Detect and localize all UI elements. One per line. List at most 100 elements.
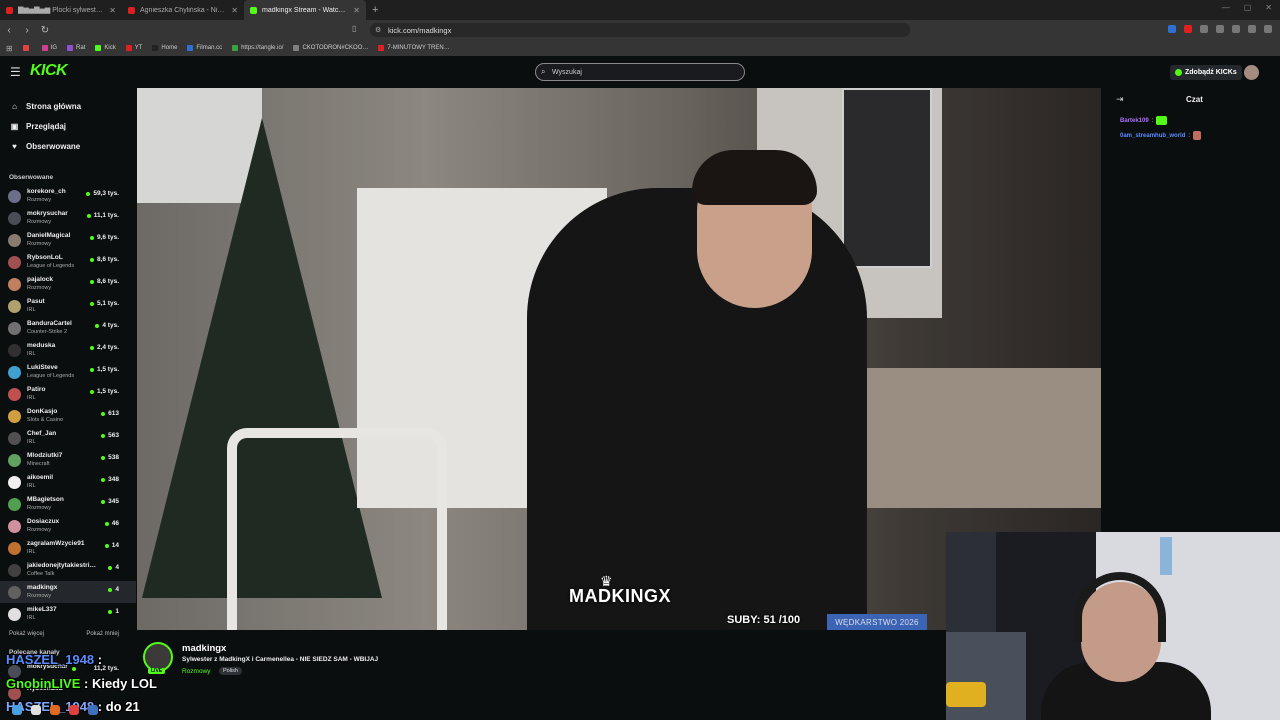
video-background-cabinet	[842, 88, 932, 268]
user-avatar[interactable]	[1244, 65, 1259, 80]
channel-category: Slots & Casino	[27, 417, 64, 423]
sidebar-channel[interactable]: madkingx Rozmowy 4	[0, 581, 136, 603]
kick-logo[interactable]: KICK	[30, 62, 68, 80]
sidebar-channel[interactable]: meduska IRL 2,4 tys.	[0, 339, 136, 361]
show-more-button[interactable]: Pokaż więcej	[9, 631, 44, 637]
browser-tab[interactable]: ▇▆▅▇▅▆ Plocki sylwester 202… ✕	[0, 0, 122, 20]
sidebar-channel[interactable]: LukiSteve League of Legends 1,5 tys.	[0, 361, 136, 383]
site-info-icon[interactable]: ⚙	[375, 26, 381, 34]
streamer-hair	[692, 150, 817, 205]
streamer-name[interactable]: madkingx	[182, 643, 226, 654]
sidebar-channel[interactable]: Patiro IRL 1,5 tys.	[0, 383, 136, 405]
browser-tab[interactable]: Agnieszka Chylińska - Nie mogę Ci… ✕	[122, 0, 244, 20]
taskbar-app-icon[interactable]	[50, 705, 60, 715]
menu-icon[interactable]	[1264, 25, 1272, 33]
extension-icon[interactable]	[1168, 25, 1176, 33]
music-icon[interactable]	[1248, 25, 1256, 33]
sidebar-channel[interactable]: Pasut IRL 5,1 tys.	[0, 295, 136, 317]
channel-category: IRL	[27, 395, 36, 401]
bookmark[interactable]: 7-MINUTOWY TREN…	[378, 45, 450, 51]
nav-browse[interactable]: ▣ Przeglądaj	[10, 116, 136, 136]
sidebar-channel[interactable]: mokrysuchar Rozmowy 11,1 tys.	[0, 207, 136, 229]
bookmark[interactable]: CKOTODRON#CKOO…	[293, 45, 368, 51]
close-tab-icon[interactable]: ✕	[231, 6, 238, 15]
stream-category[interactable]: Rozmowy	[182, 668, 211, 675]
recommended-channel[interactable]: mokrysuchar 11,2 tys.	[0, 660, 136, 682]
viewer-count: 11,1 tys.	[93, 212, 119, 219]
extension-icon[interactable]	[1232, 25, 1240, 33]
url-field[interactable]: ⚙ kick.com/madkingx	[370, 23, 910, 37]
sidebar-channel[interactable]: aikoemil IRL 348	[0, 471, 136, 493]
sidebar-channel[interactable]: pajalock Rozmowy 8,6 tys.	[0, 273, 136, 295]
sidebar-channel[interactable]: BanduraCartel Counter-Strike 2 4 tys.	[0, 317, 136, 339]
sidebar-channel[interactable]: jakiedonejtytakiestri… Coffee Talk 4	[0, 559, 136, 581]
bookmark[interactable]: IG	[41, 45, 57, 51]
taskbar-app-icon[interactable]	[12, 705, 22, 715]
browser-tab-active[interactable]: madkingx Stream - Watch Li… ✕	[244, 0, 366, 20]
bookmark-page-icon[interactable]: ▯	[352, 24, 356, 33]
reload-icon[interactable]: ↻	[36, 25, 54, 36]
youtube-icon	[125, 45, 132, 51]
maximize-icon[interactable]: ▢	[1244, 3, 1252, 12]
channel-category: IRL	[27, 351, 36, 357]
event-banner: WĘDKARSTWO 2026	[827, 614, 927, 630]
sidebar-channel[interactable]: DonKasjo Slots & Casino 613	[0, 405, 136, 427]
taskbar-app-icon[interactable]	[88, 705, 98, 715]
extension-icon[interactable]	[1200, 25, 1208, 33]
search-input[interactable]: ⌕ Wyszukaj	[535, 63, 745, 81]
live-dot-icon	[108, 588, 112, 592]
sidebar-channel[interactable]: MBagietson Rozmowy 345	[0, 493, 136, 515]
live-dot-icon	[101, 500, 105, 504]
sidebar-channel[interactable]: mikeL337 IRL 1	[0, 603, 136, 625]
extension-icon[interactable]	[1184, 25, 1192, 33]
sidebar-channel[interactable]: Dosiaczux Rozmowy 46	[0, 515, 136, 537]
sidebar-channel[interactable]: zagralamWzycie91 IRL 14	[0, 537, 136, 559]
nav-label: Obserwowane	[26, 141, 81, 151]
chat-message: Bartek109:	[1120, 116, 1168, 125]
viewer-count: 9,6 tys.	[96, 234, 119, 241]
hamburger-menu-icon[interactable]: ☰	[10, 65, 21, 79]
stream-overlay-logo: MADKINGX	[569, 586, 671, 606]
bookmark[interactable]: Home	[152, 45, 177, 51]
bookmark[interactable]: YT	[125, 45, 142, 51]
webcam-yellow-object	[946, 682, 986, 707]
minimize-icon[interactable]: —	[1222, 3, 1230, 12]
collapse-chat-icon[interactable]: ⇥	[1116, 94, 1124, 105]
tab-title: madkingx Stream - Watch Li…	[262, 6, 349, 14]
webcam-picture	[1160, 537, 1172, 575]
close-tab-icon[interactable]: ✕	[353, 6, 360, 15]
sidebar-channel[interactable]: RybsonLoL League of Legends 8,6 tys.	[0, 251, 136, 273]
sidebar-channel[interactable]: Chef_Jan IRL 563	[0, 427, 136, 449]
live-dot-icon	[95, 324, 99, 328]
bookmark[interactable]	[22, 45, 32, 51]
close-window-icon[interactable]: ✕	[1265, 3, 1272, 12]
bookmark[interactable]: Rat	[67, 45, 85, 51]
nav-home[interactable]: ⌂ Strona główna	[10, 96, 136, 116]
sidebar-channel[interactable]: Mlodziutki7 Minecraft 538	[0, 449, 136, 471]
viewer-count: 8,6 tys.	[96, 278, 119, 285]
taskbar-app-icon[interactable]	[69, 705, 79, 715]
apps-grid-icon[interactable]: ⊞	[6, 44, 13, 53]
language-tag[interactable]: Polish	[219, 667, 242, 675]
show-less-button[interactable]: Pokaż mniej	[86, 631, 119, 637]
taskbar-app-icon[interactable]	[31, 705, 41, 715]
sidebar-channel[interactable]: korekore_ch Rozmowy 59,3 tys.	[0, 185, 136, 207]
nav-following[interactable]: ♥ Obserwowane	[10, 136, 136, 156]
new-tab-button[interactable]: +	[372, 4, 378, 16]
main-nav: ⌂ Strona główna ▣ Przeglądaj ♥ Obserwowane	[0, 88, 136, 156]
extension-icon[interactable]	[1216, 25, 1224, 33]
live-dot-icon	[90, 390, 94, 394]
chat-username[interactable]: 0am_streamhub_world	[1120, 133, 1185, 139]
bookmark[interactable]: Kick	[95, 45, 116, 51]
chat-username[interactable]: Bartek109	[1120, 118, 1149, 124]
sidebar-channel[interactable]: DanielMagical Rozmowy 9,6 tys.	[0, 229, 136, 251]
followed-channel-list: korekore_ch Rozmowy 59,3 tys. mokrysuchar Ro…	[0, 185, 136, 625]
close-tab-icon[interactable]: ✕	[109, 6, 116, 15]
back-icon[interactable]: ‹	[0, 25, 18, 36]
get-kicks-button[interactable]: Zdobądź KICKs	[1170, 65, 1242, 80]
bookmark[interactable]: Filman.cc	[187, 45, 222, 51]
video-background-table	[827, 368, 1101, 508]
forward-icon[interactable]: ›	[18, 25, 36, 36]
bookmark[interactable]: https://tangle.io/	[232, 45, 283, 51]
bookmark-favicon-icon	[187, 45, 194, 51]
